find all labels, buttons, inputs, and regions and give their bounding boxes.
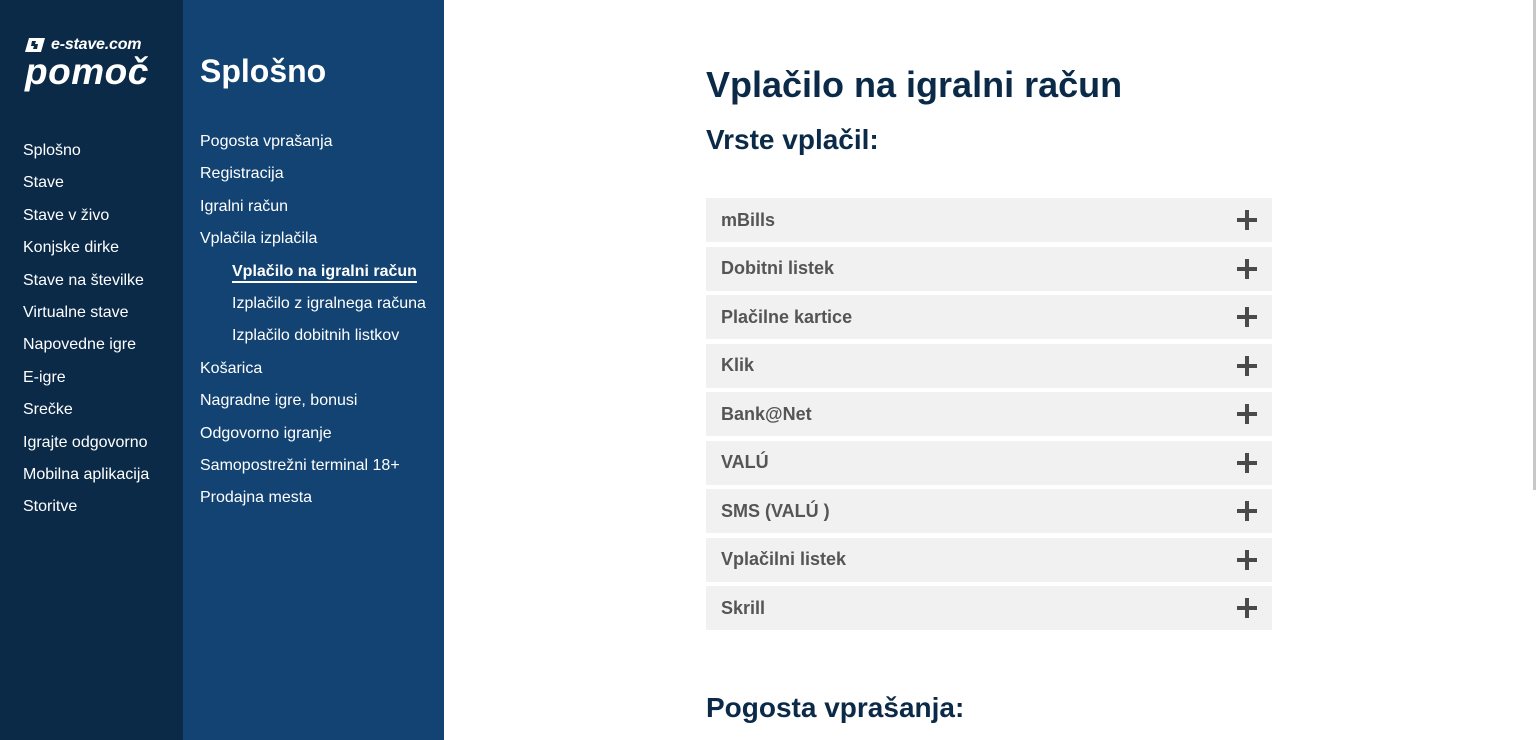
accordion-item-label: Vplačilni listek (721, 549, 847, 569)
main-menu-item[interactable]: Srečke (23, 400, 149, 432)
main-menu-item[interactable]: Stave (23, 173, 149, 205)
section-menu-item-label: Košarica (200, 359, 263, 377)
accordion-item-label: Skrill (721, 597, 766, 618)
section-menu-item[interactable]: Registracija (200, 164, 426, 196)
section-menu-item[interactable]: Košarica (200, 359, 426, 391)
accordion-item-label: Bank@Net (721, 403, 812, 424)
section-menu-item[interactable]: Nagradne igre, bonusi (200, 391, 426, 423)
plus-icon[interactable] (1237, 549, 1257, 570)
main-menu-item[interactable]: E-igre (23, 368, 149, 400)
main-menu-item[interactable]: Mobilna aplikacija (23, 465, 149, 497)
section-menu-item-label: Igralni račun (200, 197, 289, 215)
section-menu-item[interactable]: Izplačilo z igralnega računa (200, 294, 426, 326)
section-menu-item-label: Pogosta vprašanja (200, 133, 333, 150)
accordion-item[interactable]: Bank@Net (706, 392, 1272, 436)
accordion-item[interactable]: Plačilne kartice (706, 295, 1272, 339)
plus-icon[interactable] (1237, 210, 1257, 230)
accordion-item-label: Plačilne kartice (721, 306, 853, 327)
accordion-item[interactable]: Vplačilni listek (706, 537, 1272, 582)
plus-icon[interactable] (1237, 258, 1257, 279)
section-menu-item-label: Vplačilo na igralni račun (232, 262, 417, 283)
section-menu: Pogosta vprašanja Registracija Igralni rač… (200, 132, 426, 521)
section-heading: Vrste vplačil: (706, 124, 879, 155)
plus-icon[interactable] (1237, 355, 1257, 376)
section-menu-item[interactable]: Prodajna mesta (200, 488, 426, 520)
site-logo[interactable]: e-stave.com pomoč (25, 36, 149, 91)
section-menu-item[interactable]: Samopostrežni terminal 18+ (200, 456, 426, 488)
accordion-item-label: VALÚ (721, 452, 769, 472)
accordion-item-label: Dobitni listek (721, 258, 835, 278)
section-menu-item[interactable]: Igralni račun (200, 197, 426, 229)
main-menu-item[interactable]: Konjske dirke (23, 238, 149, 270)
accordion-item-label: SMS (VALÚ ) (721, 500, 830, 521)
section-menu-item[interactable]: Izplačilo dobitnih listkov (200, 326, 426, 358)
plus-icon[interactable] (1237, 598, 1257, 618)
section-sidebar: Splošno Pogosta vprašanja Registracija Igr… (183, 0, 444, 740)
accordion-item[interactable]: VALÚ (706, 440, 1272, 485)
plus-icon[interactable] (1237, 404, 1257, 424)
main-menu-item[interactable]: Stave v živo (23, 206, 149, 238)
faq-heading: Pogosta vprašanja: (706, 692, 965, 723)
payment-methods-accordion: mBills Dobitni listek Plačilne kartice Klik… (706, 198, 1272, 635)
section-menu-item-label: Izplačilo z igralnega računa (232, 294, 426, 312)
main-menu-item[interactable]: Stave na številke (23, 271, 149, 303)
plus-icon[interactable] (1237, 307, 1257, 327)
section-menu-item-label: Izplačilo dobitnih listkov (232, 327, 400, 345)
logo-title: pomoč (25, 51, 149, 92)
accordion-item[interactable]: mBills (706, 198, 1272, 242)
accordion-item[interactable]: Skrill (706, 586, 1272, 630)
main-menu-item[interactable]: Igrajte odgovorno (23, 433, 149, 465)
section-menu-item[interactable]: Vplačila izplačila (200, 229, 426, 261)
accordion-item[interactable]: SMS (VALÚ ) (706, 489, 1272, 533)
section-menu-item-label: Odgovorno igranje (200, 424, 332, 442)
section-menu-item[interactable]: Odgovorno igranje (200, 424, 426, 456)
accordion-item-label: Klik (721, 355, 755, 375)
section-sidebar-title: Splošno (200, 53, 327, 89)
section-menu-item[interactable]: Pogosta vprašanja (200, 132, 426, 164)
section-menu-item-label: Registracija (200, 165, 284, 183)
main-menu-item[interactable]: Storitve (23, 497, 149, 529)
logo-icon (25, 38, 45, 52)
accordion-item[interactable]: Dobitni listek (706, 246, 1272, 291)
main-menu-item[interactable]: Virtualne stave (23, 303, 149, 335)
plus-icon[interactable] (1237, 452, 1257, 473)
main-menu-item[interactable]: Napovedne igre (23, 335, 149, 367)
section-menu-item-label: Samopostrežni terminal 18+ (200, 456, 400, 474)
accordion-item-label: mBills (721, 209, 776, 230)
main-sidebar: e-stave.com pomoč Splošno Stave Stave v ži… (0, 0, 183, 740)
section-menu-item-label: Prodajna mesta (200, 489, 313, 507)
section-menu-item[interactable]: Vplačilo na igralni račun (200, 262, 426, 294)
section-menu-item-label: Vplačila izplačila (200, 230, 318, 248)
section-menu-item-label: Nagradne igre, bonusi (200, 392, 358, 410)
plus-icon[interactable] (1237, 501, 1257, 521)
main-menu-item[interactable]: Splošno (23, 141, 149, 173)
main-menu: Splošno Stave Stave v živo Konjske dirke Sta… (23, 141, 149, 530)
page-title: Vplačilo na igralni račun (706, 64, 1123, 105)
accordion-item[interactable]: Klik (706, 343, 1272, 388)
